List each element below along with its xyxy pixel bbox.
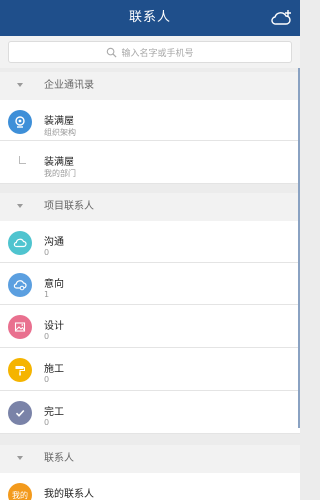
list-item-subtitle: 我的部门 [44, 169, 76, 178]
list-item-name: 完工 [44, 407, 64, 418]
image-icon [8, 315, 32, 339]
check-icon [8, 401, 32, 425]
list-item-construction[interactable]: 施工 0 [0, 348, 300, 391]
list-item-name: 沟通 [44, 237, 64, 248]
list-item-name: 装满屋 [44, 157, 74, 168]
list-item-communication[interactable]: 沟通 0 [0, 221, 300, 263]
search-icon [107, 47, 117, 58]
section-header-project[interactable]: 项目联系人 [0, 193, 300, 221]
cloud-link-icon [8, 273, 32, 297]
list-item-count: 1 [44, 290, 50, 299]
section-header-enterprise[interactable]: 企业通讯录 [0, 72, 300, 100]
section-title: 项目联系人 [44, 201, 94, 212]
collapse-arrow-icon [17, 456, 23, 460]
section-header-contacts[interactable]: 联系人 [0, 445, 300, 473]
cloud-icon [8, 231, 32, 255]
search-bar: 输入名字或手机号 [0, 36, 300, 68]
org-structure-icon [8, 110, 32, 134]
list-item-name: 意向 [44, 279, 64, 290]
list-item-name: 我的联系人 [44, 489, 94, 500]
collapse-arrow-icon [17, 83, 23, 87]
list-item-count: 0 [44, 418, 50, 427]
list-item-my-department[interactable]: 装满屋 我的部门 [0, 141, 300, 184]
list-item-count: 0 [44, 248, 50, 257]
section-title: 联系人 [44, 453, 74, 464]
scrollbar[interactable] [298, 68, 300, 428]
collapse-arrow-icon [17, 204, 23, 208]
avatar-text: 我的 [12, 490, 28, 500]
avatar: 我的 [8, 483, 32, 500]
list-item-count: 0 [44, 332, 50, 341]
corner-indent-icon [19, 156, 26, 164]
search-placeholder: 输入名字或手机号 [121, 48, 194, 59]
list-item-org-structure[interactable]: 装满屋 组织架构 [0, 100, 300, 141]
list-item-name: 装满屋 [44, 116, 74, 127]
section-title: 企业通讯录 [44, 80, 94, 91]
list-item-name: 设计 [44, 321, 64, 332]
list-item-design[interactable]: 设计 0 [0, 305, 300, 348]
search-input[interactable]: 输入名字或手机号 [8, 41, 292, 63]
list-item-name: 施工 [44, 364, 64, 375]
paint-roller-icon [8, 358, 32, 382]
cloud-add-icon[interactable] [270, 8, 292, 28]
list-item-subtitle: 组织架构 [44, 128, 76, 137]
list-item-my-contacts[interactable]: 我的 我的联系人 [0, 473, 300, 500]
page-title: 联系人 [128, 10, 171, 25]
list-item-intention[interactable]: 意向 1 [0, 263, 300, 305]
list-item-count: 0 [44, 375, 50, 384]
list-item-completed[interactable]: 完工 0 [0, 391, 300, 434]
app-header: 联系人 [0, 0, 300, 36]
